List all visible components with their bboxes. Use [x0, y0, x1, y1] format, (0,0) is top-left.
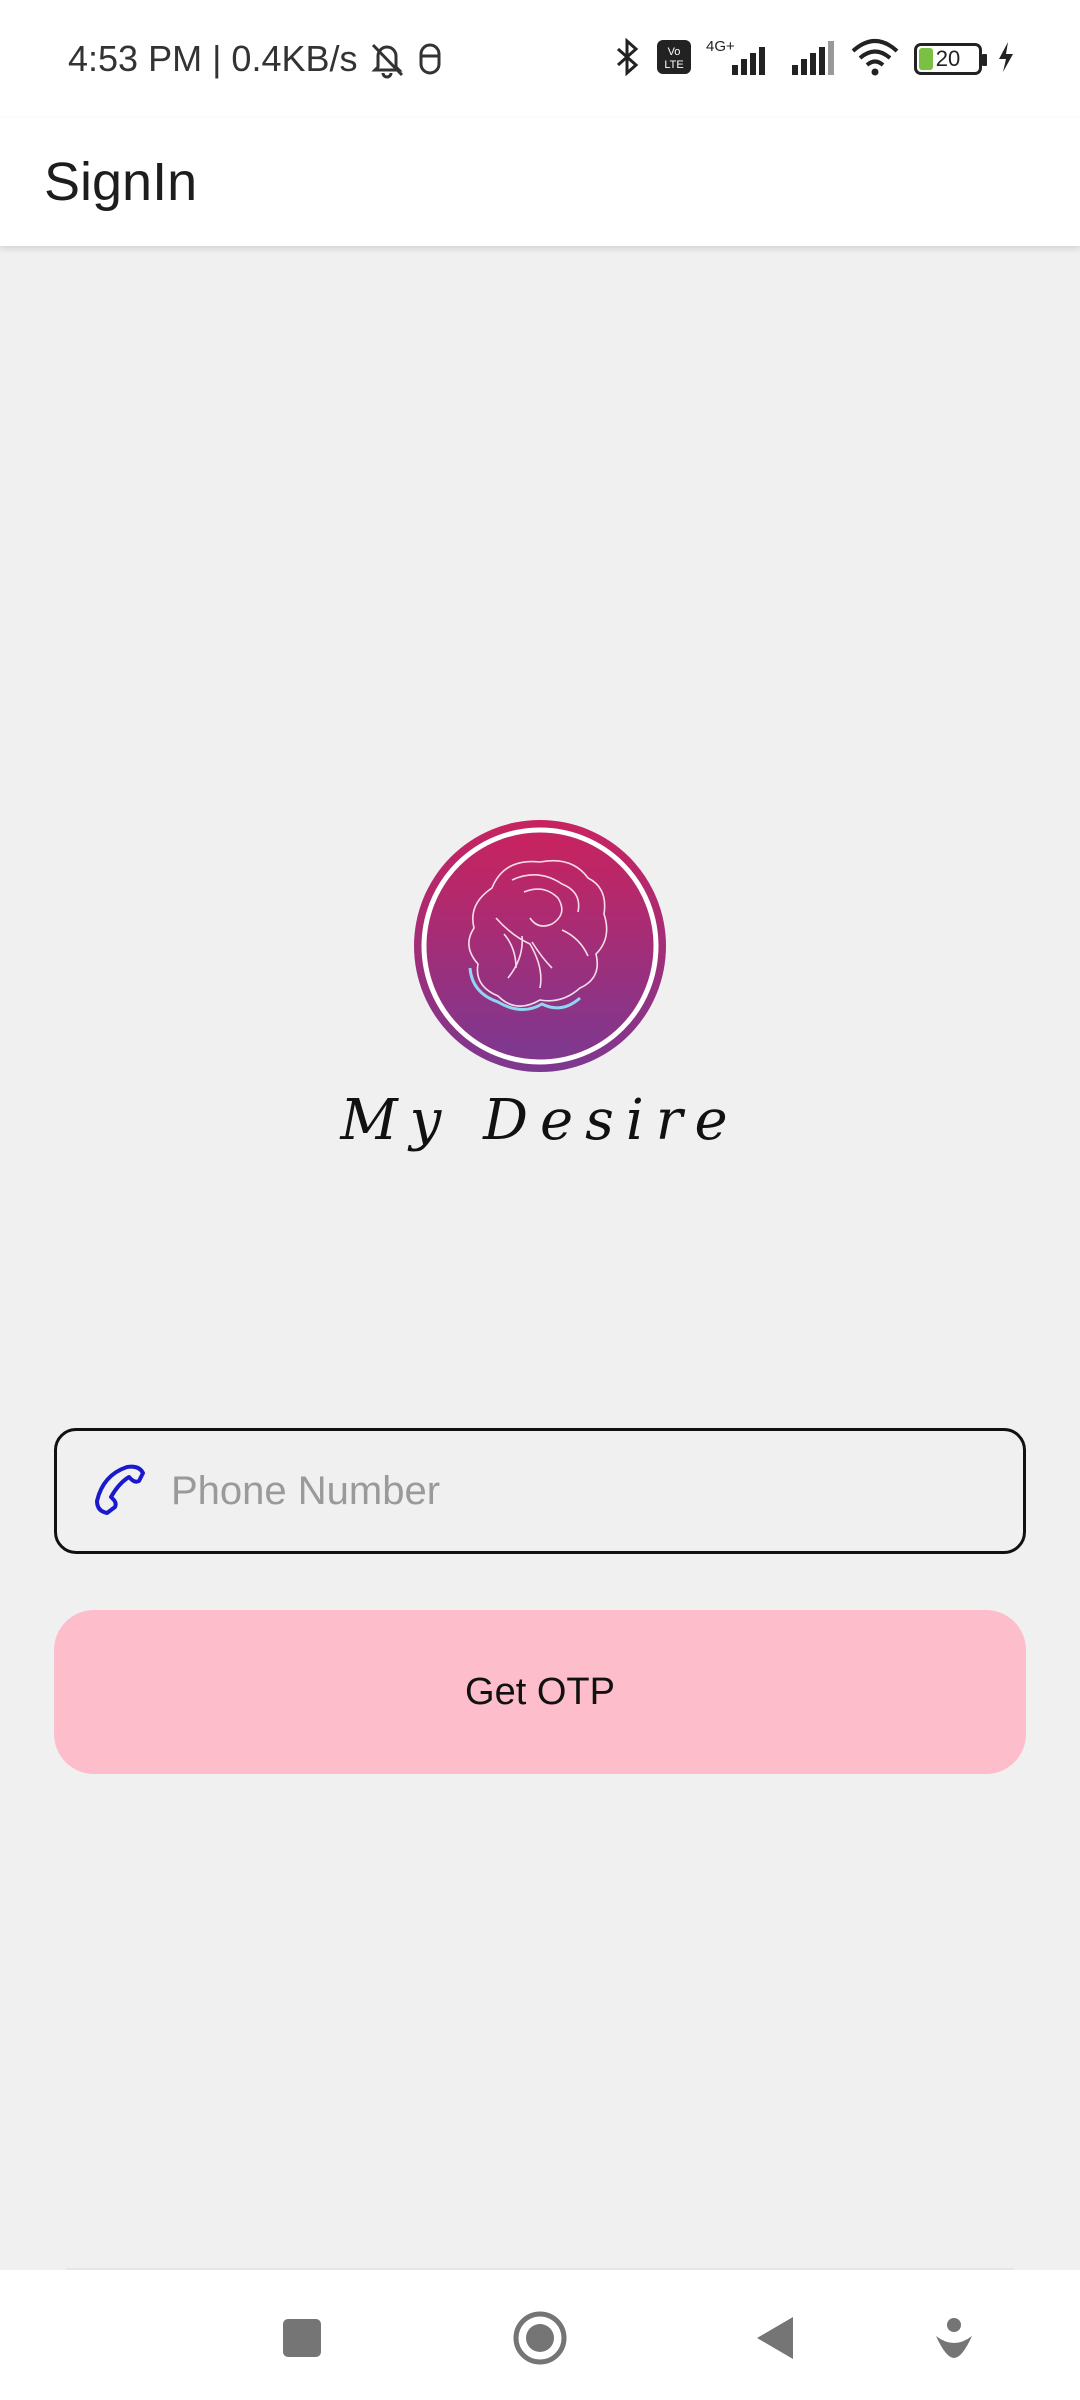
home-circle-icon — [513, 2311, 567, 2365]
status-bar: 4:53 PM | 0.4KB/s Vo LTE 4G+ 20 — [0, 0, 1080, 118]
wifi-icon — [850, 37, 900, 82]
page-title: SignIn — [44, 152, 198, 212]
bluetooth-icon — [612, 37, 642, 81]
volte-icon: Vo LTE — [656, 39, 692, 80]
svg-text:LTE: LTE — [664, 59, 683, 71]
back-triangle-icon — [757, 2317, 793, 2359]
get-otp-button[interactable]: Get OTP — [54, 1610, 1026, 1774]
bell-off-icon — [368, 39, 406, 79]
status-left: 4:53 PM | 0.4KB/s — [68, 38, 444, 80]
logo-section: My Desire — [0, 818, 1080, 1153]
svg-text:Vo: Vo — [668, 46, 681, 58]
battery-icon: 20 — [914, 43, 987, 75]
back-button[interactable] — [736, 2298, 816, 2378]
mouse-icon — [416, 42, 444, 76]
status-right: Vo LTE 4G+ 20 — [612, 37, 1016, 82]
network-label: 4G+ — [706, 38, 735, 55]
phone-number-input[interactable] — [171, 1468, 1023, 1514]
app-bar: SignIn — [0, 118, 1080, 246]
brand-name: My Desire — [340, 1088, 740, 1153]
assistant-button[interactable] — [914, 2298, 994, 2378]
charging-icon — [996, 40, 1016, 79]
assistant-icon — [936, 2318, 972, 2358]
status-time-speed: 4:53 PM | 0.4KB/s — [68, 38, 358, 79]
recents-square-icon — [283, 2319, 321, 2357]
phone-number-field[interactable] — [54, 1428, 1026, 1554]
recents-button[interactable] — [262, 2298, 342, 2378]
battery-level: 20 — [935, 46, 961, 71]
rose-logo — [414, 820, 666, 1072]
home-button[interactable] — [500, 2298, 580, 2378]
signal-icon: 4G+ — [706, 37, 776, 82]
signal-icon — [790, 37, 836, 82]
phone-icon — [87, 1459, 151, 1523]
system-nav-bar — [0, 2270, 1080, 2400]
